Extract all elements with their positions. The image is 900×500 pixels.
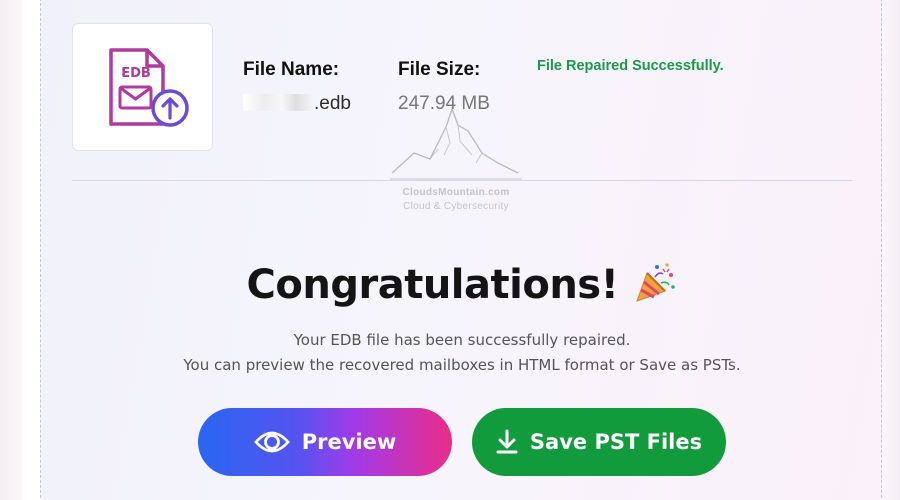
file-name-block: File Name: .edb (243, 59, 351, 115)
party-popper-icon (633, 261, 677, 309)
save-pst-button[interactable]: Save PST Files (472, 408, 726, 476)
preview-button-label: Preview (301, 430, 397, 454)
congrats-title: Congratulations! (246, 262, 619, 308)
preview-button[interactable]: Preview (198, 408, 452, 476)
success-message-line1: Your EDB file has been successfully repa… (293, 331, 631, 349)
file-size-label: File Size: (398, 59, 481, 80)
page-left-margin (0, 0, 22, 500)
file-name-value: .edb (314, 93, 351, 114)
section-divider (72, 180, 852, 181)
repair-status-text: File Repaired Successfully. (537, 58, 724, 74)
congrats-heading-row: Congratulations! (41, 261, 883, 309)
result-card: EDB File Name: .edb File Size: 247.94 MB… (40, 0, 882, 500)
mountain-logo-icon (390, 107, 522, 180)
file-name-value-row: .edb (243, 93, 351, 115)
watermark-site: CloudsMountain.com (402, 187, 510, 198)
watermark: CloudsMountain.com Cloud & Cybersecurity (386, 97, 526, 217)
redacted-file-name (243, 94, 313, 111)
download-icon (496, 429, 518, 455)
repair-result-page: EDB File Name: .edb File Size: 247.94 MB… (0, 0, 900, 500)
svg-text:EDB: EDB (121, 66, 151, 81)
save-pst-button-label: Save PST Files (529, 430, 703, 454)
watermark-tagline: Cloud & Cybersecurity (403, 201, 509, 212)
eye-icon (253, 429, 290, 455)
file-name-label: File Name: (243, 59, 340, 80)
page-right-margin (882, 0, 900, 500)
file-thumbnail: EDB (72, 23, 213, 151)
edb-file-upload-icon: EDB (109, 48, 189, 127)
success-message-line2: You can preview the recovered mailboxes … (183, 356, 741, 374)
